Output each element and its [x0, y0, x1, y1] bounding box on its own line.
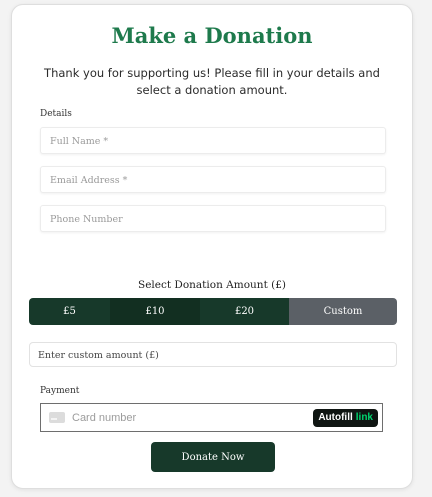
full-name-field[interactable]: Full Name * [40, 127, 386, 154]
phone-field[interactable]: Phone Number [40, 205, 386, 232]
card-number-placeholder: Card number [72, 411, 137, 424]
details-label: Details [40, 109, 72, 119]
donate-now-button[interactable]: Donate Now [151, 442, 275, 472]
amount-heading: Select Donation Amount (£) [138, 279, 286, 291]
card-number-input[interactable]: Card number Autofill link [40, 403, 383, 432]
amount-custom-button[interactable]: Custom [289, 298, 397, 325]
email-field[interactable]: Email Address * [40, 166, 386, 193]
credit-card-icon [49, 412, 65, 423]
payment-label: Payment [40, 386, 80, 396]
custom-amount-input[interactable]: Enter custom amount (£) [29, 342, 397, 367]
autofill-link-button[interactable]: Autofill link [313, 408, 378, 427]
amount-20-button[interactable]: £20 [200, 298, 289, 325]
amount-10-button[interactable]: £10 [110, 298, 200, 325]
intro-text: Thank you for supporting us! Please fill… [44, 66, 380, 97]
autofill-label: Autofill [318, 412, 353, 423]
donation-card: Make a Donation Thank you for supporting… [11, 4, 413, 489]
link-logo: link [355, 412, 373, 423]
page-title: Make a Donation [111, 23, 313, 48]
amount-options: £5 £10 £20 Custom [29, 298, 397, 325]
amount-5-button[interactable]: £5 [29, 298, 110, 325]
